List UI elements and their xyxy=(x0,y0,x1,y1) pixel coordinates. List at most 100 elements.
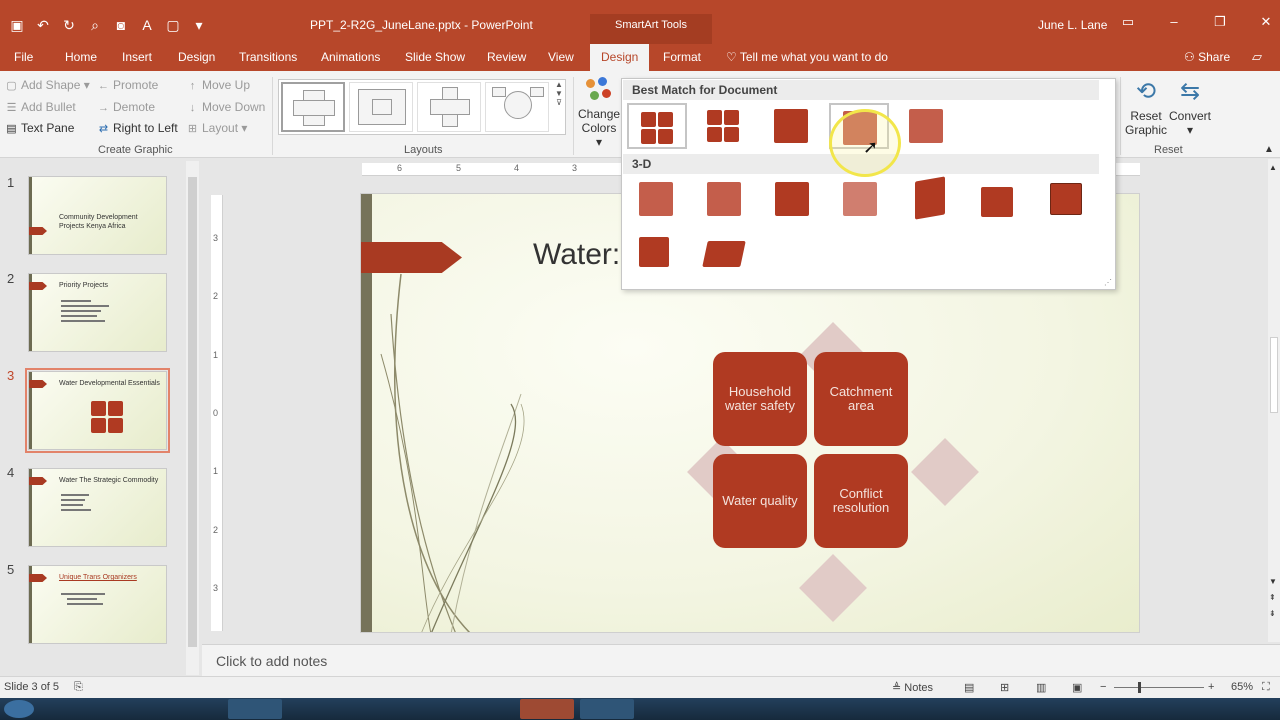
title-bar: ▣ ↶ ↻ ⌕ ◙ A ▢ ▾ PPT_2-R2G_JuneLane.pptx … xyxy=(0,0,1280,44)
tab-review[interactable]: Review xyxy=(487,50,526,64)
layout-button[interactable]: ⊞ Layout ▾ xyxy=(186,121,248,135)
slide-scrollbar[interactable]: ▲ ▼ ⇞ ⇟ xyxy=(1268,159,1280,642)
new-icon[interactable]: ▢ xyxy=(162,14,184,36)
style-option-3d-polished[interactable] xyxy=(627,177,687,223)
style-option-3d-brick-scene[interactable] xyxy=(903,176,963,223)
spell-check-icon[interactable]: ⎘ xyxy=(74,681,83,694)
arrow-left-icon: ← xyxy=(98,80,109,92)
gallery-scroll[interactable]: ▲ ▼ ⊽ xyxy=(553,80,565,134)
style-option-3d-metallic[interactable] xyxy=(1036,177,1096,223)
user-name[interactable]: June L. Lane xyxy=(1038,18,1107,32)
tab-insert[interactable]: Insert xyxy=(122,50,152,64)
notes-pane[interactable]: Click to add notes xyxy=(202,644,1280,676)
scroll-down-icon[interactable]: ▼ xyxy=(1269,577,1277,586)
slideshow-icon[interactable]: ▣ xyxy=(1072,681,1082,694)
style-option-3d-powder[interactable] xyxy=(831,177,891,223)
style-option-subtle-effect[interactable] xyxy=(763,103,823,149)
undo-icon[interactable]: ↶ xyxy=(32,14,54,36)
taskbar-app[interactable] xyxy=(580,699,634,719)
slide-thumbnail-2[interactable]: Priority Projects xyxy=(28,273,167,352)
reading-view-icon[interactable]: ▥ xyxy=(1036,681,1046,694)
slide-thumbnail-4[interactable]: Water The Strategic Commodity xyxy=(28,468,167,547)
restore-icon[interactable]: ❐ xyxy=(1212,14,1228,30)
start-button-icon[interactable] xyxy=(4,700,34,718)
slide-title[interactable]: Water: xyxy=(533,238,620,272)
style-option-simple-fill[interactable] xyxy=(627,103,687,149)
slide-thumbnail-1[interactable]: Community Development Projects Kenya Afr… xyxy=(28,176,167,255)
taskbar-app[interactable] xyxy=(228,699,282,719)
ribbon-display-icon[interactable]: ▭ xyxy=(1120,14,1136,30)
layout-option[interactable] xyxy=(417,82,481,132)
zoom-level[interactable]: 65% xyxy=(1231,681,1253,693)
save-icon[interactable]: ▣ xyxy=(6,14,28,36)
right-to-left-button[interactable]: ⇄ Right to Left xyxy=(97,121,178,135)
customize-icon[interactable]: ▾ xyxy=(188,14,210,36)
tab-smartart-design[interactable]: Design xyxy=(590,44,650,71)
style-option-3d-cartoon[interactable] xyxy=(763,177,823,223)
slide-thumbnail-5[interactable]: Unique Trans Organizers xyxy=(28,565,167,644)
normal-view-icon[interactable]: ▤ xyxy=(964,681,974,694)
thumbnails-scrollbar[interactable] xyxy=(186,161,199,675)
layout-option[interactable] xyxy=(281,82,345,132)
promote-button[interactable]: ← Promote xyxy=(97,78,158,92)
tab-animations[interactable]: Animations xyxy=(321,50,380,64)
style-option-3d-sunset-scene[interactable] xyxy=(967,177,1027,223)
comments-icon[interactable]: ▱ xyxy=(1252,49,1262,65)
style-option-intense-effect[interactable] xyxy=(898,103,958,149)
zoom-in-icon[interactable]: + xyxy=(1208,681,1214,693)
style-option-3d-flat-scene[interactable] xyxy=(695,231,755,277)
fit-slide-icon[interactable]: ⛶ xyxy=(1262,681,1270,694)
screenshot-icon[interactable]: ◙ xyxy=(110,14,132,36)
resize-grip-icon[interactable]: ⋰ xyxy=(1104,278,1112,287)
slide-sorter-icon[interactable]: ⊞ xyxy=(1000,681,1009,694)
scroll-up-icon[interactable]: ▲ xyxy=(1269,163,1277,172)
taskbar-powerpoint[interactable] xyxy=(520,699,574,719)
scroll-thumb[interactable] xyxy=(188,177,197,647)
layout-option[interactable] xyxy=(349,82,413,132)
close-icon[interactable]: ✕ xyxy=(1258,14,1274,30)
next-slide-icon[interactable]: ⇟ xyxy=(1269,609,1276,618)
previous-slide-icon[interactable]: ⇞ xyxy=(1269,593,1276,602)
smartart-box-water-quality[interactable]: Water quality xyxy=(713,454,807,548)
add-bullet-button[interactable]: ☰ Add Bullet xyxy=(5,100,76,114)
tab-file[interactable]: File xyxy=(14,50,33,64)
tab-design[interactable]: Design xyxy=(178,50,215,64)
tab-home[interactable]: Home xyxy=(65,50,97,64)
text-pane-button[interactable]: ▤ Text Pane xyxy=(5,121,74,135)
tell-me-search[interactable]: ♡ Tell me what you want to do xyxy=(726,50,888,64)
style-option-white-outline[interactable] xyxy=(695,103,755,149)
smartart-box-conflict-resolution[interactable]: Conflict resolution xyxy=(814,454,908,548)
smartart-box-catchment-area[interactable]: Catchment area xyxy=(814,352,908,446)
move-down-button[interactable]: ↓ Move Down xyxy=(186,100,266,114)
move-up-button[interactable]: ↑ Move Up xyxy=(186,78,250,92)
collapse-ribbon-icon[interactable]: ▲ xyxy=(1264,144,1274,155)
change-colors-button[interactable]: Change Colors ▾ xyxy=(578,77,620,149)
reset-graphic-button[interactable]: ⟲ Reset Graphic xyxy=(1124,77,1168,137)
tab-transitions[interactable]: Transitions xyxy=(239,50,297,64)
ribbon-tabs: File Home Insert Design Transitions Anim… xyxy=(0,44,1280,71)
style-option-3d-bird-eye[interactable] xyxy=(627,231,687,277)
zoom-slider[interactable] xyxy=(1114,682,1204,693)
redo-icon[interactable]: ↻ xyxy=(58,14,80,36)
notes-placeholder[interactable]: Click to add notes xyxy=(216,653,327,669)
convert-button[interactable]: ⇆ Convert ▾ xyxy=(1168,77,1212,137)
scroll-thumb[interactable] xyxy=(1270,337,1278,413)
minimize-icon[interactable]: – xyxy=(1166,14,1182,30)
zoom-out-icon[interactable]: − xyxy=(1100,681,1106,693)
layout-option[interactable] xyxy=(485,82,549,132)
demote-button[interactable]: → Demote xyxy=(97,100,155,114)
zoom-slider-thumb[interactable] xyxy=(1138,682,1141,693)
preview-icon[interactable]: ⌕ xyxy=(84,14,106,36)
tab-slide-show[interactable]: Slide Show xyxy=(405,50,465,64)
swap-icon: ⇄ xyxy=(98,123,109,135)
font-color-icon[interactable]: A xyxy=(136,14,158,36)
smartart-graphic[interactable]: Household water safety Catchment area Wa… xyxy=(687,322,979,622)
smartart-box-household-water-safety[interactable]: Household water safety xyxy=(713,352,807,446)
slide-thumbnail-3[interactable]: Water Developmental Essentials xyxy=(25,368,170,453)
style-option-3d-inset[interactable] xyxy=(695,177,755,223)
share-button[interactable]: ⚇ Share xyxy=(1184,50,1230,64)
add-shape-button[interactable]: ▢ Add Shape ▾ xyxy=(5,78,89,92)
tab-view[interactable]: View xyxy=(548,50,574,64)
tab-format[interactable]: Format xyxy=(663,50,701,64)
notes-button[interactable]: ≜ Notes xyxy=(892,681,933,694)
